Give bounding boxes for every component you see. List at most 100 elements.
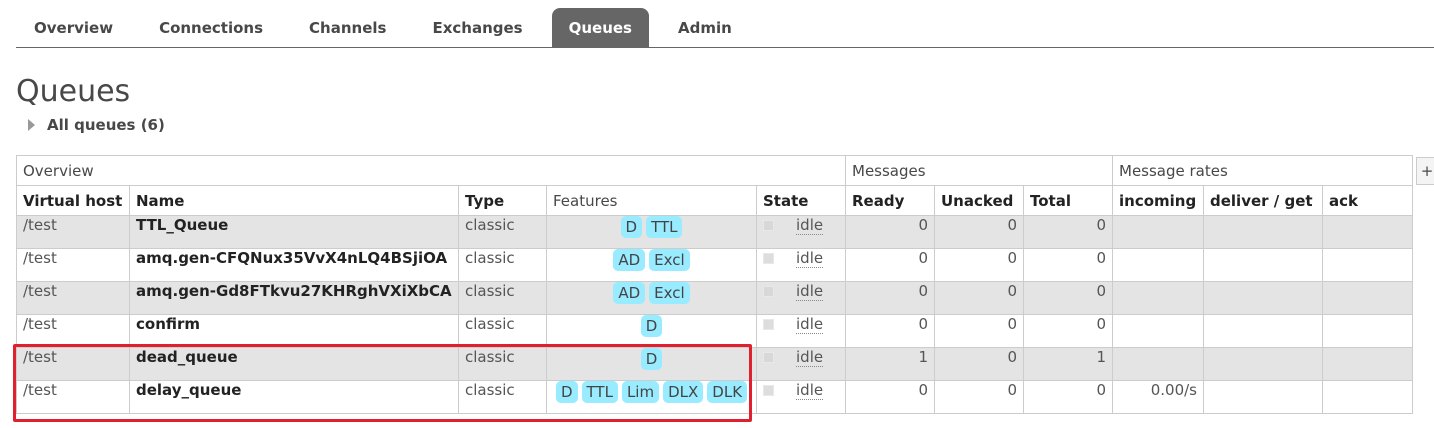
rate-deliver-get xyxy=(1203,215,1323,249)
rate-incoming xyxy=(1112,314,1204,348)
messages-unacked: 0 xyxy=(934,380,1024,414)
rate-incoming xyxy=(1112,215,1204,249)
all-queues-toggle[interactable]: All queues (6) xyxy=(28,114,165,136)
state-label: idle xyxy=(796,249,824,268)
queue-type: classic xyxy=(458,215,547,249)
queue-name-link[interactable]: delay_queue xyxy=(129,380,459,414)
rate-incoming xyxy=(1112,281,1204,315)
tab-connections[interactable]: Connections xyxy=(142,8,280,47)
state-square-icon xyxy=(763,319,774,330)
queue-state: idle xyxy=(756,281,846,315)
column-header-unacked[interactable]: Unacked xyxy=(934,185,1024,216)
expand-arrow-icon xyxy=(28,119,35,131)
column-header-ready[interactable]: Ready xyxy=(845,185,935,216)
queue-state: idle xyxy=(756,314,846,348)
state-square-icon xyxy=(763,220,774,231)
feature-badge: AD xyxy=(613,249,646,271)
queue-vhost: /test xyxy=(16,347,130,381)
group-header-messages: Messages xyxy=(845,155,1113,186)
tab-queues[interactable]: Queues xyxy=(551,8,649,47)
messages-ready: 0 xyxy=(845,281,935,315)
main-nav: Overview Connections Channels Exchanges Queu… xyxy=(16,8,1434,48)
add-column-button[interactable]: + xyxy=(1416,157,1434,185)
feature-badge: DLX xyxy=(663,381,704,403)
feature-badge: Excl xyxy=(649,282,690,304)
queue-features: AD Excl xyxy=(546,248,757,282)
queue-state: idle xyxy=(756,248,846,282)
rate-deliver-get xyxy=(1203,248,1323,282)
messages-unacked: 0 xyxy=(934,248,1024,282)
tab-admin[interactable]: Admin xyxy=(661,8,749,47)
queue-features: AD Excl xyxy=(546,281,757,315)
queue-name-link[interactable]: amq.gen-Gd8FTkvu27KHRghVXiXbCA xyxy=(129,281,459,315)
column-header-ack[interactable]: ack xyxy=(1322,185,1413,216)
column-header-incoming[interactable]: incoming xyxy=(1112,185,1204,216)
state-indicator: idle xyxy=(763,249,839,268)
rate-ack xyxy=(1322,248,1413,282)
column-header-name[interactable]: Name xyxy=(129,185,459,216)
messages-total: 0 xyxy=(1023,314,1113,348)
queue-type: classic xyxy=(458,281,547,315)
queue-type: classic xyxy=(458,314,547,348)
tab-overview[interactable]: Overview xyxy=(17,8,130,47)
feature-badge: TTL xyxy=(581,381,618,403)
queue-name-link[interactable]: amq.gen-CFQNux35VvX4nLQ4BSjiOA xyxy=(129,248,459,282)
messages-unacked: 0 xyxy=(934,347,1024,381)
queue-rows: /test TTL_Queue classic D TTL idle 0 0 0/test amq… xyxy=(16,215,1413,414)
tab-channels[interactable]: Channels xyxy=(292,8,403,47)
state-label: idle xyxy=(796,216,824,235)
queue-name-link[interactable]: confirm xyxy=(129,314,459,348)
feature-badge: AD xyxy=(613,282,646,304)
messages-ready: 0 xyxy=(845,314,935,348)
state-indicator: idle xyxy=(763,349,839,367)
column-header-total[interactable]: Total xyxy=(1023,185,1113,216)
feature-badge: D xyxy=(555,381,578,403)
queue-vhost: /test xyxy=(16,314,130,348)
rate-deliver-get xyxy=(1203,281,1323,315)
state-indicator: idle xyxy=(763,282,839,301)
queue-features: D xyxy=(546,347,757,381)
column-header-type[interactable]: Type xyxy=(458,185,547,216)
table-row: /test confirm classic Didle 0 0 0 xyxy=(16,314,1413,348)
rate-incoming xyxy=(1112,347,1204,381)
table-row: /test amq.gen-Gd8FTkvu27KHRghVXiXbCA class… xyxy=(16,281,1413,315)
rate-deliver-get xyxy=(1203,314,1323,348)
table-row: /test amq.gen-CFQNux35VvX4nLQ4BSjiOA class… xyxy=(16,248,1413,282)
queue-type: classic xyxy=(458,347,547,381)
tab-exchanges[interactable]: Exchanges xyxy=(415,8,539,47)
queue-type: classic xyxy=(458,380,547,414)
queue-name-link[interactable]: TTL_Queue xyxy=(129,215,459,249)
column-header-virtual-host[interactable]: Virtual host xyxy=(16,185,130,216)
queue-features: D TTL Lim DLX DLK xyxy=(546,380,757,414)
rate-incoming: 0.00/s xyxy=(1112,380,1204,414)
queue-vhost: /test xyxy=(16,248,130,282)
state-indicator: idle xyxy=(763,315,839,334)
page-title: Queues xyxy=(16,74,131,109)
state-label: idle xyxy=(796,315,824,334)
messages-total: 1 xyxy=(1023,347,1113,381)
table-row: /test dead_queue classic Didle 1 0 1 xyxy=(16,347,1413,381)
queue-type: classic xyxy=(458,248,547,282)
queue-name-link[interactable]: dead_queue xyxy=(129,347,459,381)
queue-state: idle xyxy=(756,215,846,249)
rate-deliver-get xyxy=(1203,380,1323,414)
messages-total: 0 xyxy=(1023,380,1113,414)
feature-badge: D xyxy=(620,216,643,238)
state-square-icon xyxy=(763,253,774,264)
table-row: /test TTL_Queue classic D TTL idle 0 0 0 xyxy=(16,215,1413,249)
state-label: idle xyxy=(796,282,824,301)
column-header-state[interactable]: State xyxy=(756,185,846,216)
rate-deliver-get xyxy=(1203,347,1323,381)
state-square-icon xyxy=(763,352,774,363)
rate-ack xyxy=(1322,215,1413,249)
feature-badge: DLK xyxy=(707,381,748,403)
section-label: All queues (6) xyxy=(47,116,165,134)
queue-features: D xyxy=(546,314,757,348)
messages-unacked: 0 xyxy=(934,314,1024,348)
column-header-features: Features xyxy=(546,185,757,216)
state-square-icon xyxy=(763,286,774,297)
queue-state: idle xyxy=(756,380,846,414)
column-header-deliver-get[interactable]: deliver / get xyxy=(1203,185,1323,216)
queue-features: D TTL xyxy=(546,215,757,249)
feature-badge: D xyxy=(640,348,663,370)
